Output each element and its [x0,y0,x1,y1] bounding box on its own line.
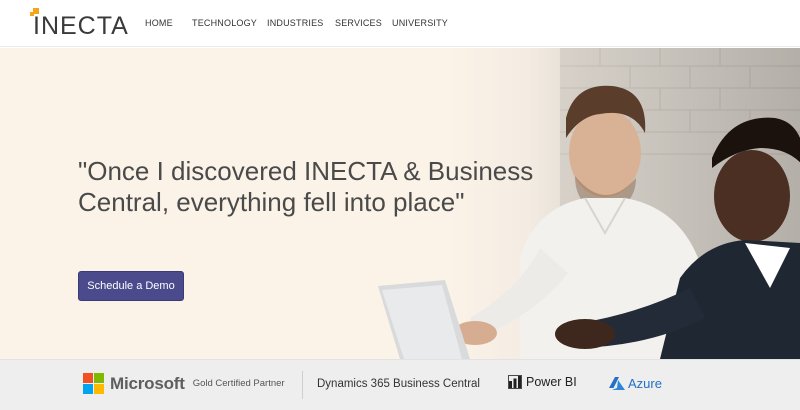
microsoft-name: Microsoft [110,373,185,393]
microsoft-partner-level: Gold Certified Partner [192,378,285,389]
nav-item-services[interactable]: SERVICES [335,18,392,28]
nav-item-technology[interactable]: TECHNOLOGY [192,18,267,28]
hero-banner: "Once I discovered INECTA & Business Cen… [0,48,800,359]
main-nav: HOME TECHNOLOGY INDUSTRIES SERVICES UNIV… [145,18,448,28]
schedule-demo-button[interactable]: Schedule a Demo [78,271,184,301]
dynamics-365-label[interactable]: Dynamics 365 Business Central [317,378,480,390]
azure-badge[interactable]: Azure [609,376,662,391]
laptop-icon [378,280,470,359]
powerbi-icon [508,375,522,389]
powerbi-badge[interactable]: Power BI [508,375,577,389]
microsoft-partner-badge[interactable]: Microsoft Gold Certified Partner [83,373,285,394]
microsoft-logo-icon [83,373,104,394]
partner-divider [302,371,303,399]
nav-item-home[interactable]: HOME [145,18,192,28]
partner-bar: Microsoft Gold Certified Partner Dynamic… [0,359,800,410]
azure-label: Azure [628,376,662,391]
brand-name: INECTA [33,12,129,40]
nav-item-university[interactable]: UNIVERSITY [392,18,448,28]
hero-quote: "Once I discovered INECTA & Business Cen… [78,156,534,217]
azure-icon [609,377,625,390]
site-header: INECTA HOME TECHNOLOGY INDUSTRIES SERVIC… [0,0,800,47]
nav-item-industries[interactable]: INDUSTRIES [267,18,335,28]
powerbi-label: Power BI [526,375,577,389]
